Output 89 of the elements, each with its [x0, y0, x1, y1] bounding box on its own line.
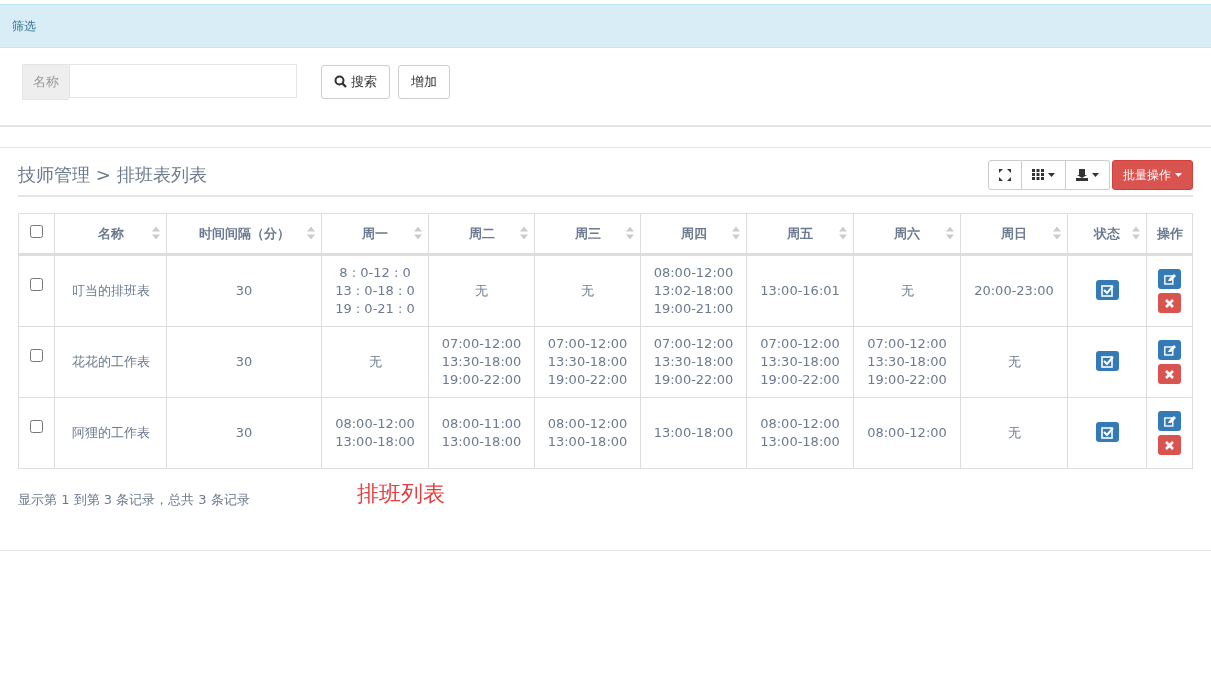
add-button[interactable]: 增加 [398, 65, 450, 99]
status-button[interactable] [1095, 280, 1119, 301]
caret-icon [1048, 172, 1055, 177]
sort-icon [839, 226, 847, 240]
table-cell: 08:00-12:00 13:00-18:00 [746, 397, 854, 469]
column-header[interactable]: 周三 [534, 213, 641, 255]
table-cell: 8 : 0-12 : 0 13 : 0-18 : 0 19 : 0-21 : 0 [321, 254, 429, 327]
name-field[interactable] [69, 64, 297, 98]
table-cell: 30 [166, 397, 322, 469]
sort-icon [1132, 226, 1140, 240]
table-cell: 08:00-11:00 13:00-18:00 [428, 397, 535, 469]
table-cell: 无 [321, 326, 429, 398]
edit-button[interactable] [1158, 411, 1181, 431]
table-cell: 08:00-12:00 13:00-18:00 [534, 397, 641, 469]
batch-button[interactable]: 批量操作 [1112, 159, 1193, 190]
column-header[interactable]: 周六 [853, 213, 961, 255]
edit-button[interactable] [1158, 340, 1181, 360]
edit-icon [1163, 273, 1176, 285]
grid-icon [1032, 169, 1044, 180]
search-icon [334, 75, 347, 89]
column-header[interactable]: 周一 [321, 213, 429, 255]
panel-title: 筛选 [0, 4, 1211, 48]
checked-box-icon [1100, 283, 1114, 297]
table-cell: 无 [534, 254, 641, 327]
sort-icon [414, 226, 422, 240]
fullscreen-button[interactable] [988, 159, 1022, 190]
delete-button[interactable] [1158, 293, 1181, 313]
table-cell: 叮当的排班表 [54, 254, 167, 327]
table-cell: 07:00-12:00 13:30-18:00 19:00-22:00 [640, 326, 747, 398]
table-cell: 07:00-12:00 13:30-18:00 19:00-22:00 [534, 326, 641, 398]
column-header[interactable]: 周四 [640, 213, 747, 255]
table-cell: 花花的工作表 [54, 326, 167, 398]
column-header[interactable]: 周五 [746, 213, 854, 255]
sort-icon [946, 226, 954, 240]
checked-box-icon [1100, 425, 1114, 439]
row-checkbox[interactable] [30, 278, 43, 291]
columns-button[interactable] [1022, 159, 1066, 190]
edit-icon [1163, 415, 1176, 427]
row-checkbox[interactable] [30, 420, 43, 433]
table-cell: 阿狸的工作表 [54, 397, 167, 469]
row-checkbox[interactable] [30, 349, 43, 362]
caret-icon [1092, 172, 1099, 177]
download-icon [1076, 168, 1088, 181]
breadcrumb: 技师管理 > 排班表列表 [18, 163, 207, 187]
status-button[interactable] [1095, 422, 1119, 443]
table-cell: 20:00-23:00 [960, 254, 1068, 327]
column-header[interactable]: 名称 [54, 213, 167, 255]
table-cell: 无 [428, 254, 535, 327]
status-button[interactable] [1095, 351, 1119, 372]
table-cell: 30 [166, 254, 322, 327]
sort-icon [1053, 226, 1061, 240]
table-cell: 08:00-12:00 13:00-18:00 [321, 397, 429, 469]
column-header[interactable]: 周二 [428, 213, 535, 255]
table-cell: 08:00-12:00 13:02-18:00 19:00-21:00 [640, 254, 747, 327]
table-cell: 无 [960, 397, 1068, 469]
table-cell: 08:00-12:00 [853, 397, 961, 469]
table-cell: 07:00-12:00 13:30-18:00 19:00-22:00 [746, 326, 854, 398]
fullscreen-icon [999, 168, 1011, 181]
sort-icon [520, 226, 528, 240]
sort-icon [626, 226, 634, 240]
edit-icon [1163, 344, 1176, 356]
close-icon [1165, 440, 1174, 450]
sort-icon [152, 226, 160, 240]
column-header[interactable]: 周日 [960, 213, 1068, 255]
export-button[interactable] [1066, 159, 1110, 190]
table-cell: 07:00-12:00 13:30-18:00 19:00-22:00 [853, 326, 961, 398]
close-icon [1165, 369, 1174, 379]
caret-icon [1175, 172, 1182, 177]
pagination-info: 显示第 1 到第 3 条记录，总共 3 条记录 [18, 490, 251, 509]
table-cell: 无 [853, 254, 961, 327]
search-button[interactable]: 搜索 [321, 65, 390, 99]
delete-button[interactable] [1158, 435, 1181, 455]
table-cell: 30 [166, 326, 322, 398]
edit-button[interactable] [1158, 269, 1181, 289]
delete-button[interactable] [1158, 364, 1181, 384]
close-icon [1165, 298, 1174, 308]
checked-box-icon [1100, 354, 1114, 368]
column-header[interactable]: 操作 [1146, 213, 1193, 255]
table-cell: 13:00-18:00 [640, 397, 747, 469]
sort-icon [732, 226, 740, 240]
field-label: 名称 [22, 64, 69, 100]
select-all-checkbox[interactable] [30, 224, 43, 238]
sort-icon [307, 226, 315, 240]
table-cell: 无 [960, 326, 1068, 398]
table-cell: 07:00-12:00 13:30-18:00 19:00-22:00 [428, 326, 535, 398]
caption: 排班列表 [357, 480, 445, 508]
table-cell: 13:00-16:01 [746, 254, 854, 327]
column-header[interactable]: 时间间隔（分） [166, 213, 322, 255]
column-header[interactable]: 状态 [1067, 213, 1147, 255]
